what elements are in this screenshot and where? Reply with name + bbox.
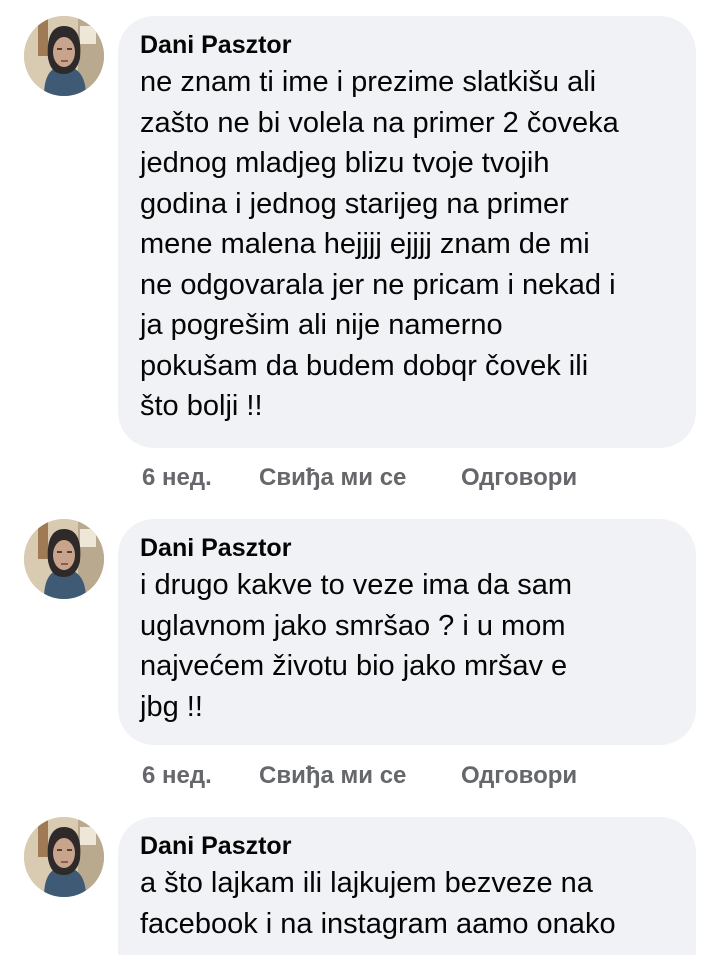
comment-text: ne znam ti ime i prezime slatkišu ali za…: [140, 62, 666, 427]
profile-photo-avatar: [24, 16, 104, 96]
comment-bubble: Dani Pasztor i drugo kakve to veze ima d…: [118, 519, 696, 745]
comment-author[interactable]: Dani Pasztor: [140, 831, 666, 861]
comment-line: i drugo kakve to veze ima da sam: [140, 569, 572, 601]
comment: Dani Pasztor ne znam ti ime i prezime sl…: [0, 16, 720, 506]
comment-line: ne znam ti ime i prezime slatkišu ali: [140, 66, 597, 98]
comment-author[interactable]: Dani Pasztor: [140, 533, 666, 563]
comment: Dani Pasztor a što lajkam ili lajkujem b…: [0, 817, 720, 955]
comment-line: uglavnom jako smršao ? i u mom: [140, 609, 566, 642]
avatar[interactable]: [24, 519, 104, 599]
comment-line: ja pogrešim ali nije namerno: [140, 309, 503, 341]
avatar[interactable]: [24, 817, 104, 897]
comment-line: pokušam da budem dobqr čovek ili: [140, 349, 589, 382]
comment-author[interactable]: Dani Pasztor: [140, 30, 666, 60]
comment-bubble: Dani Pasztor a što lajkam ili lajkujem b…: [118, 817, 696, 955]
avatar[interactable]: [24, 16, 104, 96]
reply-button[interactable]: Одговори: [461, 464, 577, 492]
comment-text: i drugo kakve to veze ima da sam uglavno…: [140, 565, 666, 727]
comment-line: godina i jednog starijeg na primer: [140, 187, 569, 220]
comment-timestamp[interactable]: 6 нед.: [142, 464, 212, 492]
reply-button[interactable]: Одговори: [461, 762, 577, 790]
like-button[interactable]: Свиђа ми се: [259, 464, 406, 492]
comment-text: a što lajkam ili lajkujem bezveze na fac…: [140, 863, 666, 944]
profile-photo-avatar: [24, 519, 104, 599]
comment-line: jednog mladjeg blizu tvoje tvojih: [140, 147, 550, 179]
comment-line: najvećem životu bio jako mršav e: [140, 650, 568, 682]
comment: Dani Pasztor i drugo kakve to veze ima d…: [0, 519, 720, 799]
like-button[interactable]: Свиђа ми се: [259, 762, 406, 790]
comment-line: jbg !!: [140, 690, 203, 723]
comment-timestamp[interactable]: 6 нед.: [142, 762, 212, 790]
comment-line: što bolji !!: [140, 390, 263, 422]
comment-line: mene malena hejjjj ejjjj znam de mi: [140, 228, 590, 260]
comment-line: ne odgovarala jer ne pricam i nekad i: [140, 268, 616, 301]
comment-line: zašto ne bi volela na primer 2 čoveka: [140, 106, 619, 139]
profile-photo-avatar: [24, 817, 104, 897]
comment-line: a što lajkam ili lajkujem bezveze na: [140, 867, 593, 899]
comment-line: facebook i na instagram aamo onako: [140, 907, 616, 940]
comment-bubble: Dani Pasztor ne znam ti ime i prezime sl…: [118, 16, 696, 448]
